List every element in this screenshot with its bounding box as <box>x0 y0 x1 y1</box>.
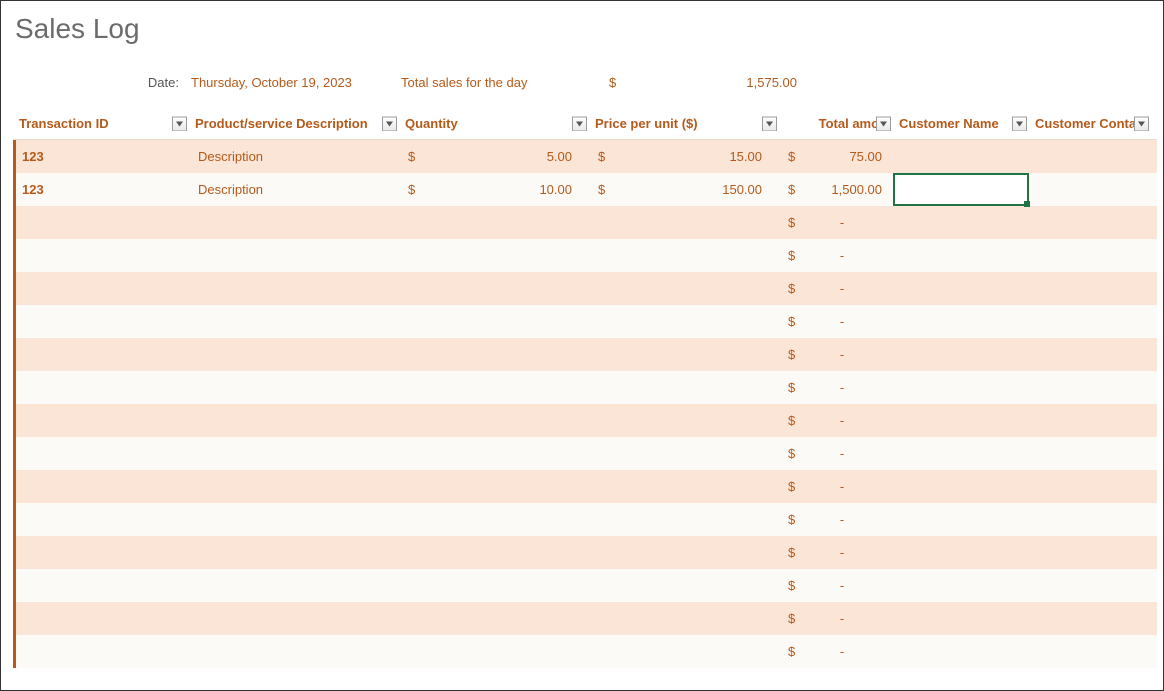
cell-description[interactable]: Description <box>192 149 402 164</box>
cell-amount[interactable]: $- <box>782 446 896 461</box>
summary-bar: Date: Thursday, October 19, 2023 Total s… <box>13 75 1157 90</box>
date-label: Date: <box>15 75 191 90</box>
cell-amount[interactable]: $- <box>782 479 896 494</box>
cell-amount[interactable]: $- <box>782 644 896 659</box>
table-row[interactable]: $- <box>13 569 1157 602</box>
col-header-label: Customer Contac <box>1035 116 1143 131</box>
cell-amount[interactable]: $- <box>782 578 896 593</box>
cell-amount[interactable]: $- <box>782 281 896 296</box>
table-row[interactable]: $- <box>13 338 1157 371</box>
filter-dropdown-icon[interactable] <box>172 116 187 131</box>
col-header-label: Quantity <box>405 116 458 131</box>
table-row[interactable]: 123Description$5.00$15.00$75.00 <box>13 140 1157 173</box>
table-row[interactable]: $- <box>13 437 1157 470</box>
total-label: Total sales for the day <box>401 75 609 90</box>
table-row[interactable]: $- <box>13 470 1157 503</box>
cell-amount[interactable]: $- <box>782 314 896 329</box>
cell-amount[interactable]: $- <box>782 413 896 428</box>
table-row[interactable]: $- <box>13 536 1157 569</box>
page-title: Sales Log <box>15 13 1157 45</box>
col-header-label: Transaction ID <box>19 116 109 131</box>
col-header-transaction-id[interactable]: Transaction ID <box>13 116 189 131</box>
filter-dropdown-icon[interactable] <box>572 116 587 131</box>
table-row[interactable]: $- <box>13 602 1157 635</box>
table-row[interactable]: 123Description$10.00$150.00$1,500.00 <box>13 173 1157 206</box>
cell-amount[interactable]: $- <box>782 545 896 560</box>
cell-amount[interactable]: $- <box>782 347 896 362</box>
cell-amount[interactable]: $1,500.00 <box>782 182 896 197</box>
filter-dropdown-icon[interactable] <box>762 116 777 131</box>
total-value: 1,575.00 <box>737 75 797 90</box>
table-row[interactable]: $- <box>13 272 1157 305</box>
cell-price[interactable]: $15.00 <box>592 149 782 164</box>
col-header-label: Customer Name <box>899 116 999 131</box>
cell-amount[interactable]: $- <box>782 512 896 527</box>
table-header: Transaction ID Product/service Descripti… <box>13 108 1157 140</box>
col-header-quantity[interactable]: Quantity <box>399 116 589 131</box>
col-header-customer-name[interactable]: Customer Name <box>893 116 1029 131</box>
col-header-label: Product/service Description <box>195 116 368 131</box>
table-row[interactable]: $- <box>13 371 1157 404</box>
filter-dropdown-icon[interactable] <box>1012 116 1027 131</box>
col-header-price[interactable]: Price per unit ($) <box>589 116 779 131</box>
col-header-customer-contact[interactable]: Customer Contac <box>1029 116 1151 131</box>
table-row[interactable]: $- <box>13 239 1157 272</box>
table-row[interactable]: $- <box>13 635 1157 668</box>
table-row[interactable]: $- <box>13 404 1157 437</box>
cell-quantity[interactable]: $10.00 <box>402 182 592 197</box>
filter-dropdown-icon[interactable] <box>382 116 397 131</box>
date-value: Thursday, October 19, 2023 <box>191 75 401 90</box>
cell-description[interactable]: Description <box>192 182 402 197</box>
col-header-label: Price per unit ($) <box>595 116 698 131</box>
summary-currency: $ <box>609 75 629 90</box>
cell-transaction-id[interactable]: 123 <box>16 149 192 164</box>
cell-amount[interactable]: $- <box>782 611 896 626</box>
cell-amount[interactable]: $- <box>782 248 896 263</box>
cell-amount[interactable]: $- <box>782 380 896 395</box>
col-header-amount[interactable]: Total amou <box>779 116 893 131</box>
filter-dropdown-icon[interactable] <box>876 116 891 131</box>
cell-transaction-id[interactable]: 123 <box>16 182 192 197</box>
filter-dropdown-icon[interactable] <box>1134 116 1149 131</box>
cell-amount[interactable]: $- <box>782 215 896 230</box>
sales-table: Transaction ID Product/service Descripti… <box>13 108 1157 668</box>
table-row[interactable]: $- <box>13 305 1157 338</box>
col-header-description[interactable]: Product/service Description <box>189 116 399 131</box>
table-row[interactable]: $- <box>13 503 1157 536</box>
cell-price[interactable]: $150.00 <box>592 182 782 197</box>
cell-amount[interactable]: $75.00 <box>782 149 896 164</box>
table-row[interactable]: $- <box>13 206 1157 239</box>
cell-quantity[interactable]: $5.00 <box>402 149 592 164</box>
